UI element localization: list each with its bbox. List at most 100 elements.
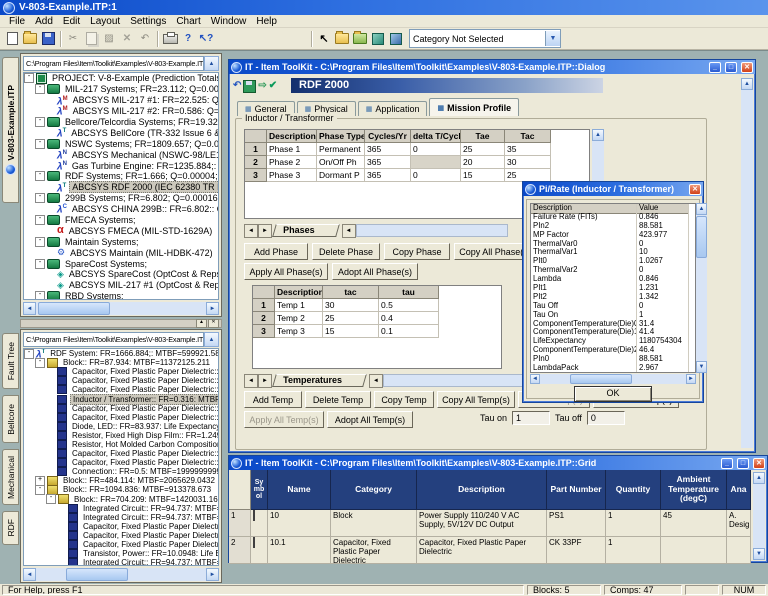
strip-scroll-left-icon[interactable]: ◄ xyxy=(368,373,383,388)
copy-phase-button[interactable]: Copy Phase xyxy=(384,243,450,260)
project-vertical-tab[interactable]: V-803-Example.ITP xyxy=(2,57,19,203)
cell[interactable]: 365 xyxy=(365,156,411,169)
tree-item[interactable]: Transistor, Power:: FR=10.0948: Life Exp… xyxy=(24,549,218,559)
grid-cell[interactable] xyxy=(251,537,268,564)
cell[interactable]: Phase 2 xyxy=(267,156,317,169)
strip-scroll-track[interactable] xyxy=(382,374,535,387)
grid-cell[interactable]: Capacitor, Fixed Plastic Paper Dielectri… xyxy=(331,537,417,564)
expand-toggle-icon[interactable]: - xyxy=(35,171,45,182)
close-button[interactable]: ✕ xyxy=(753,457,765,469)
chevron-down-icon[interactable]: ▼ xyxy=(545,31,560,46)
pirate-row[interactable]: ComponentTemperature(Die)1 41.4 xyxy=(531,328,695,338)
expand-toggle-icon[interactable]: - xyxy=(35,291,45,299)
cell[interactable]: 30 xyxy=(323,299,379,312)
export-icon[interactable]: ⇨ xyxy=(258,81,266,91)
grid-cell[interactable] xyxy=(251,510,268,537)
add-temp-button[interactable]: Add Temp xyxy=(244,391,302,408)
category-folder-open-button[interactable] xyxy=(351,30,369,48)
cell[interactable]: Temp 1 xyxy=(275,299,323,312)
menu-edit[interactable]: Edit xyxy=(58,16,85,27)
copy-button[interactable] xyxy=(82,30,100,48)
grid-row[interactable]: 1 10 Block Power Supply 110/240 V AC Supply… xyxy=(229,510,767,537)
tree-item[interactable]: ◈ ABCSYS SpareCost (OptCost & Repstock): … xyxy=(24,269,218,280)
delete-phase-button[interactable]: Delete Phase xyxy=(312,243,380,260)
tree-item[interactable]: Integrated Circuit:: FR=94.737: MTBF=10 xyxy=(24,512,218,522)
cell[interactable]: 0.5 xyxy=(379,299,439,312)
scroll-right-icon[interactable]: ► xyxy=(206,568,219,581)
cell[interactable]: Permanent xyxy=(317,143,365,156)
tree-item[interactable]: - Bellcore/Telcordia Systems; FR=19.326; … xyxy=(24,117,218,128)
tree-item[interactable]: Capacitor, Fixed Plastic Paper Dielectri… xyxy=(24,403,218,413)
menu-help[interactable]: Help xyxy=(251,16,282,27)
paste-button[interactable]: ▨ xyxy=(100,30,118,48)
scroll-left-icon[interactable]: ◄ xyxy=(530,374,540,384)
tree-item[interactable]: Diode, LED:: FR=83.937: Life Expectancy=… xyxy=(24,421,218,431)
pirate-row[interactable]: PIn0 88.581 xyxy=(531,355,695,365)
grid-row[interactable]: 2 10.1 Capacitor, Fixed Plastic Paper Diel… xyxy=(229,537,767,564)
grid-cell[interactable]: A. Desig xyxy=(727,510,751,537)
adopt-all-phase-s-button[interactable]: Adopt All Phase(s) xyxy=(332,263,418,280)
menu-window[interactable]: Window xyxy=(206,16,252,27)
tree-item[interactable]: λM ABCSYS MIL-217 #2: FR=0.586: Q=0.00003 xyxy=(24,106,218,117)
expand-toggle-icon[interactable]: - xyxy=(35,138,45,149)
pirate-row[interactable]: LifeExpectancy 1180754304 xyxy=(531,337,695,347)
tree-item[interactable]: - FMECA Systems; xyxy=(24,215,218,226)
pirate-row[interactable]: PIn2 88.581 xyxy=(531,221,695,231)
cell[interactable]: 0 xyxy=(411,169,461,182)
tree-item[interactable]: - NSWC Systems; FR=1809.657; Q=0.0425; MT… xyxy=(24,138,218,149)
scroll-right-icon[interactable]: ► xyxy=(686,374,696,384)
grid-cell[interactable]: 10.1 xyxy=(268,537,331,564)
grid-cell[interactable]: 1 xyxy=(606,537,661,564)
component-cube-alt-button[interactable] xyxy=(387,30,405,48)
phases-tab[interactable]: Phases xyxy=(272,224,340,237)
grid-cell[interactable]: CK 33PF xyxy=(547,537,606,564)
tab-application[interactable]: ▦ Application xyxy=(357,101,428,116)
copy-all-temp-s-button[interactable]: Copy All Temp(s) xyxy=(437,391,515,408)
apply-check-icon[interactable]: ✔ xyxy=(269,81,277,91)
grid-cell[interactable]: Power Supply 110/240 V AC Supply, 5V/12V… xyxy=(417,510,547,537)
grid-cell[interactable]: Block xyxy=(331,510,417,537)
scroll-down-icon[interactable]: ▼ xyxy=(753,548,765,560)
tree-item[interactable]: Capacitor, Fixed Plastic Paper Dielectri… xyxy=(24,521,218,531)
tree-item[interactable]: Capacitor, Fixed Plastic Paper Dielectri… xyxy=(24,412,218,422)
cell[interactable]: 0.4 xyxy=(379,312,439,325)
cell[interactable]: 25 xyxy=(461,143,505,156)
cell[interactable]: 2 xyxy=(253,312,275,325)
tree-item[interactable]: Inductor / Transformer:: FR=0.316: MTBF=… xyxy=(24,393,218,405)
add-phase-button[interactable]: Add Phase xyxy=(244,243,308,260)
category-folder-button[interactable] xyxy=(333,30,351,48)
scroll-right-icon[interactable]: ► xyxy=(206,302,219,315)
pirate-row[interactable]: MP Factor 423.977 xyxy=(531,230,695,240)
expand-toggle-icon[interactable]: - xyxy=(24,349,34,359)
scroll-up-icon[interactable]: ▲ xyxy=(696,203,707,215)
grid-cell[interactable]: Capacitor, Fixed Plastic Paper Dielectri… xyxy=(417,537,547,564)
horizontal-scrollbar[interactable]: ◄ ► xyxy=(23,568,219,581)
tau-off-field[interactable]: 0 xyxy=(586,411,625,425)
adopt-all-temp-s-button[interactable]: Adopt All Temp(s) xyxy=(327,411,413,428)
tree-item[interactable]: Capacitor, Fixed Plastic Paper Dielectri… xyxy=(24,540,218,550)
pirate-row[interactable]: Lambda 0.846 xyxy=(531,275,695,285)
dialog-title-bar[interactable]: IT - Item ToolKit - C:\Program Files\Ite… xyxy=(229,60,755,74)
cell[interactable]: 20 xyxy=(461,156,505,169)
tree-item[interactable]: ⚙ ABCSYS Maintain (MIL-HDBK-472) xyxy=(24,247,218,258)
pirate-row[interactable]: LambdaPack 2.967 xyxy=(531,364,695,372)
grid-cell[interactable]: 1 xyxy=(229,510,251,537)
expand-toggle-icon[interactable]: - xyxy=(46,494,56,505)
vertical-scrollbar[interactable]: ▲ ▼ xyxy=(753,472,765,560)
expand-toggle-icon[interactable]: - xyxy=(35,117,45,127)
tree-item[interactable]: Capacitor, Fixed Plastic Paper Dielectri… xyxy=(24,367,218,377)
horizontal-scrollbar[interactable]: ◄ ► xyxy=(23,302,219,315)
menu-file[interactable]: File xyxy=(4,16,30,27)
vertical-tab-bellcore[interactable]: Bellcore xyxy=(2,395,19,443)
cell[interactable]: 0 xyxy=(411,143,461,156)
pirate-row[interactable]: ThermalVar0 0 xyxy=(531,239,695,249)
tree-item[interactable]: - MIL-217 Systems; FR=23.112; Q=0.000554;… xyxy=(24,84,218,95)
tau-on-field[interactable]: 1 xyxy=(512,411,551,425)
tree-item[interactable]: λT ABCSYS BellCore (TR-332 Issue 6 & SR-3… xyxy=(24,127,218,139)
tab-scroll-right-icon[interactable]: ► xyxy=(258,223,272,238)
cell[interactable]: 0.1 xyxy=(379,325,439,338)
tree-item[interactable]: α ABCSYS FMECA (MIL-STD-1629A) xyxy=(24,225,218,236)
pirate-row[interactable]: ThermalVar1 10 xyxy=(531,248,695,258)
cell[interactable]: 3 xyxy=(245,169,267,182)
cell[interactable]: 365 xyxy=(365,143,411,156)
